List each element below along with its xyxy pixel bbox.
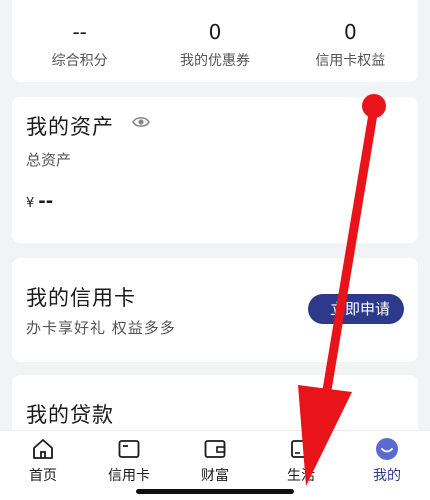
stats-card: -- 综合积分 0 我的优惠券 0 信用卡权益 — [12, 0, 418, 82]
stat-label: 信用卡权益 — [315, 53, 386, 69]
home-indicator[interactable] — [136, 489, 294, 494]
tab-label: 生活 — [287, 468, 315, 484]
tab-me[interactable]: 我的 — [344, 431, 430, 500]
assets-title: 我的资产 — [26, 115, 114, 139]
stat-value: 0 — [208, 20, 222, 44]
stat-coupons[interactable]: 0 我的优惠券 — [147, 0, 282, 82]
currency-symbol: ¥ — [26, 196, 35, 211]
loan-title: 我的贷款 — [26, 403, 114, 427]
stat-card-benefits[interactable]: 0 信用卡权益 — [283, 0, 418, 82]
tab-label: 财富 — [201, 468, 229, 484]
stat-points[interactable]: -- 综合积分 — [12, 0, 147, 82]
stat-value: -- — [72, 20, 87, 44]
stat-label: 我的优惠券 — [179, 53, 250, 69]
assets-value: ¥ -- — [26, 191, 53, 212]
credit-subtitle: 办卡享好礼 权益多多 — [26, 319, 176, 337]
stat-value: 0 — [343, 20, 357, 44]
eye-icon[interactable] — [132, 115, 150, 129]
tab-label: 信用卡 — [108, 468, 150, 484]
credit-card-icon — [118, 440, 140, 458]
credit-card-card[interactable]: 我的信用卡 办卡享好礼 权益多多 立即申请 — [12, 258, 418, 362]
credit-title: 我的信用卡 — [26, 286, 136, 310]
tab-label: 首页 — [29, 468, 57, 484]
profile-icon — [376, 438, 398, 460]
stat-label: 综合积分 — [51, 53, 108, 69]
assets-amount: -- — [38, 191, 54, 212]
wallet-icon — [204, 440, 226, 458]
assets-subtitle: 总资产 — [26, 151, 72, 169]
tab-label: 我的 — [373, 468, 401, 484]
home-icon — [33, 439, 53, 459]
tab-home[interactable]: 首页 — [0, 431, 86, 500]
cup-icon — [291, 440, 310, 458]
apply-button[interactable]: 立即申请 — [307, 294, 404, 324]
assets-card[interactable]: 我的资产 总资产 ¥ -- — [12, 97, 418, 243]
